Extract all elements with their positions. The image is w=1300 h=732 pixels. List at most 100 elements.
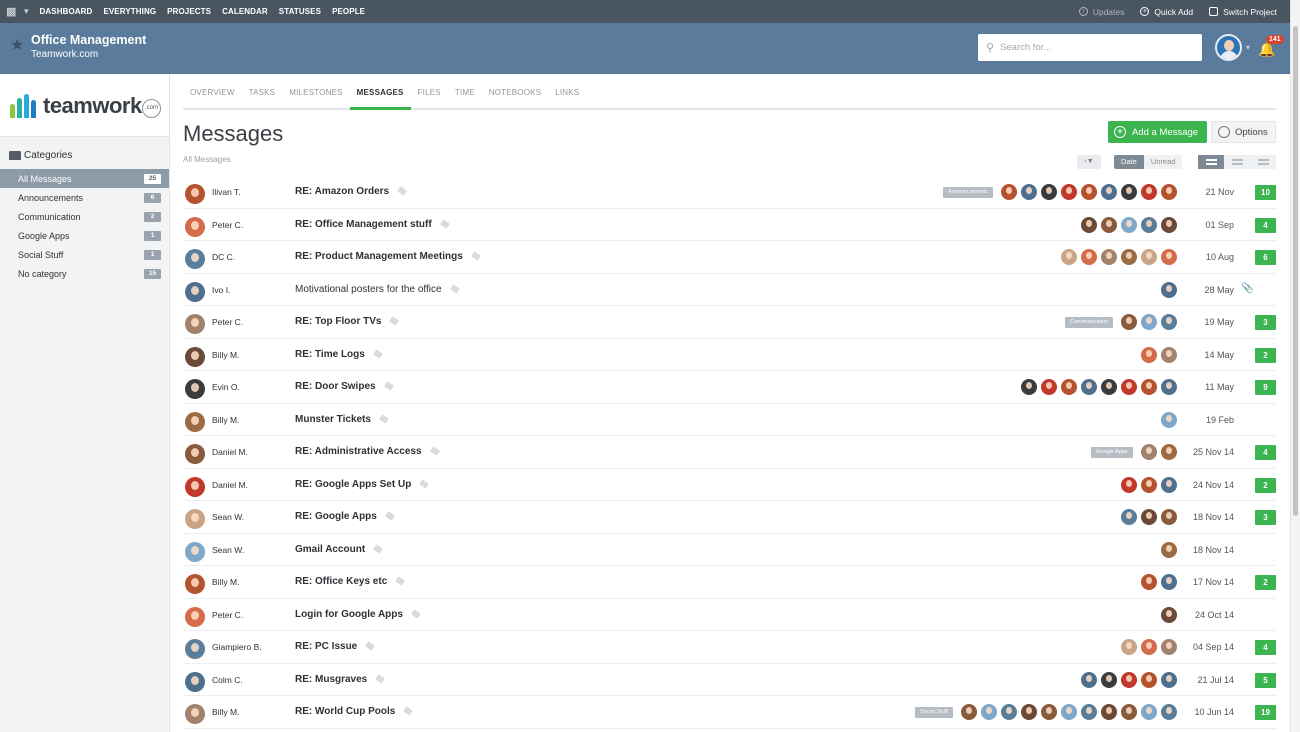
nav-dashboard[interactable]: DASHBOARD — [40, 7, 93, 16]
participant-avatar[interactable] — [1121, 216, 1137, 233]
participant-avatar[interactable] — [1121, 704, 1137, 720]
author-avatar[interactable] — [185, 704, 205, 724]
message-subject[interactable]: RE: Product Management Meetings — [295, 251, 481, 262]
tag-icon[interactable] — [373, 544, 384, 554]
reply-count-badge[interactable]: 4 — [1255, 640, 1276, 655]
author-name[interactable]: Daniel M. — [212, 447, 248, 457]
message-row[interactable]: Daniel M. RE: Google Apps Set Up 24 Nov 14… — [183, 469, 1276, 501]
updates-link[interactable]: i Updates — [1078, 7, 1124, 17]
category-badge[interactable]: Announcements — [943, 187, 993, 198]
category-item-no-category[interactable]: No category 15 — [0, 264, 169, 283]
author-avatar[interactable] — [185, 314, 205, 334]
participant-avatar[interactable] — [1061, 249, 1077, 265]
notification-count-badge[interactable]: 141 — [1266, 35, 1284, 44]
tag-icon[interactable] — [365, 641, 376, 652]
category-item-communication[interactable]: Communication 2 — [0, 207, 169, 226]
message-subject[interactable]: Motivational posters for the office — [295, 284, 460, 295]
project-title[interactable]: Office Management — [31, 33, 146, 47]
star-icon[interactable]: ★ — [10, 35, 24, 55]
message-subject[interactable]: RE: PC Issue — [295, 641, 376, 652]
author-avatar[interactable] — [185, 606, 205, 627]
author-name[interactable]: Sean W. — [212, 545, 244, 555]
author-avatar[interactable] — [185, 216, 205, 237]
message-row[interactable]: Evin O. RE: Door Swipes 11 May 9 — [183, 371, 1276, 404]
reply-count-badge[interactable]: 9 — [1255, 380, 1276, 395]
search-box[interactable]: ⚲ — [978, 34, 1202, 61]
category-badge[interactable]: Google Apps — [1091, 447, 1133, 458]
author-avatar[interactable] — [185, 671, 205, 692]
message-subject[interactable]: RE: Time Logs — [295, 349, 383, 360]
author-name[interactable]: Daniel M. — [212, 480, 248, 490]
participant-avatar[interactable] — [1121, 639, 1137, 655]
participant-avatar[interactable] — [1141, 444, 1157, 460]
teamwork-logo-icon[interactable]: ▩ — [6, 6, 20, 17]
participant-avatar[interactable] — [1041, 184, 1057, 200]
tab-tasks[interactable]: TASKS — [242, 80, 283, 110]
author-name[interactable]: Evin O. — [212, 382, 240, 392]
participant-avatar[interactable] — [1081, 379, 1097, 395]
tag-icon[interactable] — [383, 381, 394, 392]
participant-avatar[interactable] — [1101, 184, 1117, 200]
participant-avatar[interactable] — [1021, 184, 1037, 200]
participant-avatar[interactable] — [1021, 704, 1037, 720]
tab-messages[interactable]: MESSAGES — [349, 80, 411, 110]
tag-icon[interactable] — [449, 284, 460, 294]
message-subject[interactable]: RE: World Cup Pools — [295, 706, 414, 717]
author-name[interactable]: Ivo I. — [212, 285, 230, 295]
participant-avatar[interactable] — [1141, 671, 1157, 688]
participant-avatar[interactable] — [1081, 216, 1097, 233]
message-row[interactable]: Daniel M. RE: Administrative Access Google… — [183, 436, 1276, 469]
nav-everything[interactable]: EVERYTHING — [103, 7, 156, 16]
tag-icon[interactable] — [419, 479, 430, 489]
message-row[interactable]: Billy M. RE: World Cup Pools Social Stuff 1… — [183, 696, 1276, 729]
participant-avatar[interactable] — [1121, 249, 1137, 265]
category-badge[interactable]: Social Stuff — [915, 707, 953, 718]
category-badge[interactable]: Communication — [1065, 317, 1114, 328]
tag-icon[interactable] — [375, 674, 386, 684]
message-row[interactable]: Sean W. Gmail Account 18 Nov 14 — [183, 534, 1276, 566]
participant-avatar[interactable] — [961, 704, 977, 720]
tag-icon[interactable] — [470, 251, 481, 262]
reply-count-badge[interactable]: 4 — [1255, 217, 1276, 233]
participant-avatar[interactable] — [1141, 216, 1157, 233]
tag-icon[interactable] — [378, 414, 389, 424]
author-name[interactable]: Peter C. — [212, 610, 243, 620]
author-avatar[interactable] — [185, 281, 205, 302]
author-avatar[interactable] — [185, 444, 205, 464]
options-button[interactable]: Options — [1211, 121, 1276, 143]
message-row[interactable]: Ivo I. Motivational posters for the offic… — [183, 274, 1276, 306]
tag-icon[interactable] — [410, 609, 421, 619]
author-name[interactable]: Peter C. — [212, 317, 243, 327]
author-name[interactable]: Billy M. — [212, 577, 239, 587]
tag-icon[interactable] — [384, 511, 395, 522]
message-subject[interactable]: RE: Office Management stuff — [295, 219, 450, 230]
reply-count-badge[interactable]: 2 — [1255, 575, 1276, 590]
reply-count-badge[interactable]: 4 — [1255, 445, 1276, 460]
tab-milestones[interactable]: MILESTONES — [282, 80, 349, 110]
reply-count-badge[interactable]: 3 — [1255, 315, 1276, 330]
participant-avatar[interactable] — [1001, 704, 1017, 720]
message-row[interactable]: Billy M. RE: Time Logs 14 May 2 — [183, 339, 1276, 371]
reply-count-badge[interactable]: 2 — [1255, 477, 1276, 493]
reply-count-badge[interactable]: 2 — [1255, 347, 1276, 363]
participant-avatar[interactable] — [1081, 704, 1097, 720]
author-name[interactable]: Ilivan T. — [212, 187, 241, 197]
message-row[interactable]: Peter C. RE: Top Floor TVs Communication 19… — [183, 306, 1276, 339]
participant-avatar[interactable] — [1141, 249, 1157, 265]
nav-calendar[interactable]: CALENDAR — [222, 7, 268, 16]
nav-projects[interactable]: PROJECTS — [167, 7, 211, 16]
filter-icon[interactable]: ‹▼ — [1077, 155, 1101, 169]
sort-date-button[interactable]: Date — [1114, 155, 1144, 169]
author-avatar[interactable] — [185, 541, 205, 562]
scrollbar[interactable] — [1290, 0, 1300, 732]
participant-avatar[interactable] — [1101, 379, 1117, 395]
participant-avatar[interactable] — [1141, 314, 1157, 330]
tag-icon[interactable] — [403, 706, 414, 717]
participant-avatar[interactable] — [1101, 216, 1117, 233]
tab-links[interactable]: LINKS — [548, 80, 586, 110]
participant-avatar[interactable] — [1141, 379, 1157, 395]
participant-avatar[interactable] — [1101, 249, 1117, 265]
list-view-icon[interactable] — [1198, 155, 1224, 169]
participant-avatar[interactable] — [1141, 704, 1157, 720]
nav-statuses[interactable]: STATUSES — [279, 7, 321, 16]
